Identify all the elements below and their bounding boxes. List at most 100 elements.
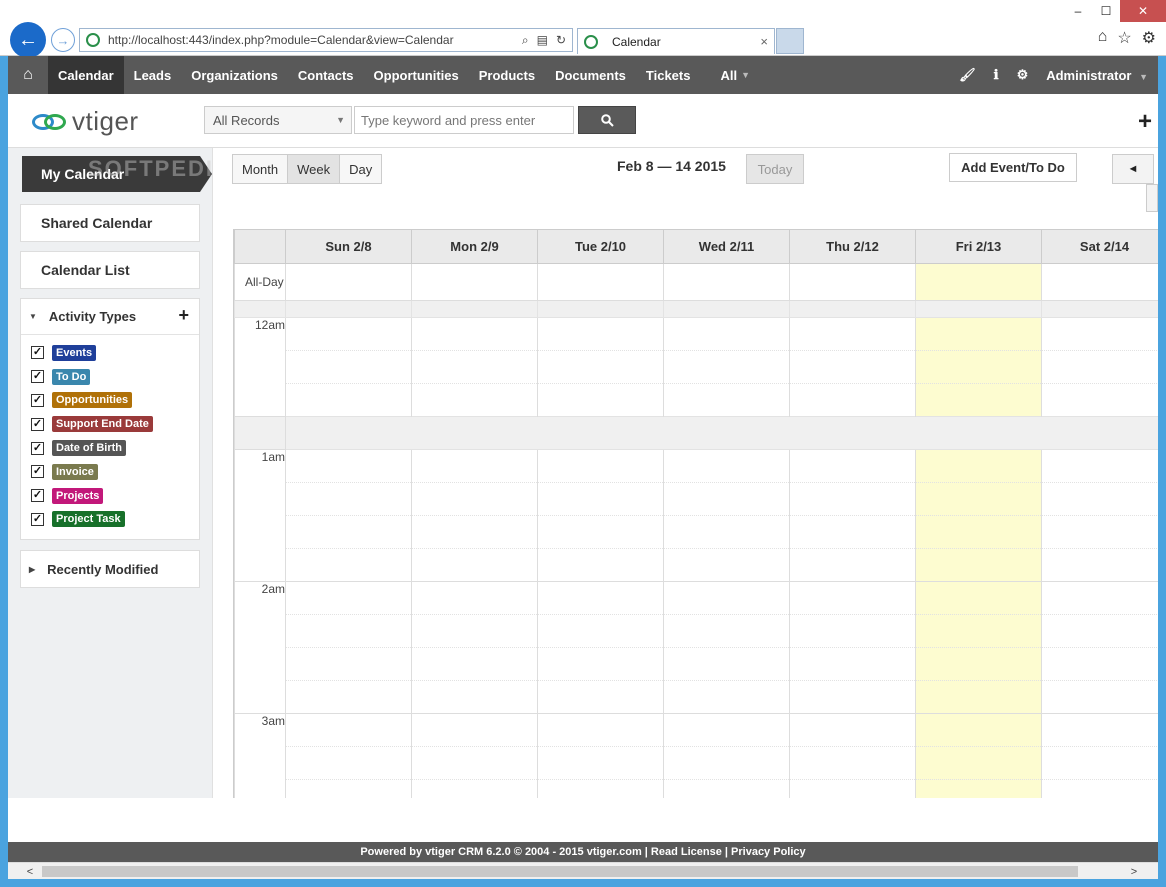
time-slot-today[interactable]: [915, 449, 1042, 483]
time-slot[interactable]: [1041, 317, 1158, 351]
vtiger-logo[interactable]: vtiger: [30, 106, 139, 137]
time-slot-today[interactable]: [915, 680, 1042, 714]
time-slot[interactable]: [537, 614, 664, 648]
brush-icon[interactable]: 🖌: [959, 67, 976, 83]
sidebar-item-shared-calendar[interactable]: Shared Calendar: [20, 204, 200, 242]
scroll-right-icon[interactable]: >: [1122, 863, 1146, 880]
nav-item-calendar[interactable]: Calendar: [48, 56, 124, 94]
time-slot[interactable]: [411, 746, 538, 780]
time-slot[interactable]: [789, 548, 916, 582]
time-slot[interactable]: [537, 746, 664, 780]
time-slot[interactable]: [537, 515, 664, 549]
settings-gear-icon[interactable]: ⚙: [1017, 67, 1029, 83]
time-slot[interactable]: [1041, 350, 1158, 384]
time-slot-today[interactable]: [915, 383, 1042, 417]
checkbox-date-of-birth[interactable]: ✓: [31, 441, 44, 455]
nav-item-opportunities[interactable]: Opportunities: [364, 56, 469, 94]
address-bar[interactable]: http://localhost:443/index.php?module=Ca…: [79, 28, 573, 52]
time-slot[interactable]: [537, 383, 664, 417]
view-month-button[interactable]: Month: [232, 154, 289, 184]
time-slot-today[interactable]: [915, 350, 1042, 384]
view-day-button[interactable]: Day: [339, 154, 383, 184]
time-slot[interactable]: [285, 779, 412, 798]
checkbox-invoice[interactable]: ✓: [31, 465, 44, 479]
time-slot[interactable]: [285, 350, 412, 384]
time-slot[interactable]: [663, 647, 790, 681]
time-slot[interactable]: [411, 350, 538, 384]
time-slot[interactable]: [537, 581, 664, 615]
quick-create-button[interactable]: +: [1138, 108, 1152, 136]
time-slot[interactable]: [285, 614, 412, 648]
close-window-button[interactable]: ✕: [1120, 0, 1166, 22]
back-button[interactable]: ←: [10, 22, 46, 58]
refresh-icon[interactable]: ↻: [556, 33, 566, 48]
time-slot[interactable]: [663, 449, 790, 483]
time-slot[interactable]: [1041, 713, 1158, 747]
forward-button[interactable]: →: [51, 28, 75, 52]
time-slot[interactable]: [789, 515, 916, 549]
time-slot-today[interactable]: [915, 779, 1042, 798]
compat-view-icon[interactable]: ▤: [537, 33, 548, 48]
scroll-left-icon[interactable]: <: [18, 863, 42, 880]
day-header[interactable]: Thu 2/12: [789, 229, 916, 264]
time-slot[interactable]: [663, 614, 790, 648]
search-icon[interactable]: ⌕: [522, 33, 529, 48]
view-week-button[interactable]: Week: [287, 154, 341, 184]
time-slot[interactable]: [789, 680, 916, 714]
checkbox-to-do[interactable]: ✓: [31, 370, 44, 384]
checkbox-project-task[interactable]: ✓: [31, 512, 44, 526]
time-slot[interactable]: [411, 515, 538, 549]
time-slot[interactable]: [285, 713, 412, 747]
time-slot[interactable]: [537, 779, 664, 798]
time-slot[interactable]: [789, 482, 916, 516]
time-slot[interactable]: [537, 713, 664, 747]
time-slot[interactable]: [663, 548, 790, 582]
checkbox-projects[interactable]: ✓: [31, 489, 44, 503]
time-slot[interactable]: [411, 713, 538, 747]
time-slot[interactable]: [789, 746, 916, 780]
time-slot[interactable]: [537, 449, 664, 483]
time-slot[interactable]: [285, 482, 412, 516]
all-day-cell[interactable]: [663, 263, 790, 301]
time-slot-today[interactable]: [915, 581, 1042, 615]
time-slot[interactable]: [411, 383, 538, 417]
time-slot[interactable]: [789, 317, 916, 351]
browser-tab-calendar[interactable]: Calendar ×: [577, 28, 775, 54]
day-header[interactable]: Tue 2/10: [537, 229, 664, 264]
time-slot[interactable]: [537, 482, 664, 516]
time-slot-today[interactable]: [915, 614, 1042, 648]
today-button[interactable]: Today: [746, 154, 804, 184]
time-slot[interactable]: [285, 317, 412, 351]
checkbox-opportunities[interactable]: ✓: [31, 393, 44, 407]
add-event-button[interactable]: Add Event/To Do: [949, 153, 1077, 182]
time-slot[interactable]: [411, 449, 538, 483]
nav-item-organizations[interactable]: Organizations: [181, 56, 288, 94]
time-slot[interactable]: [285, 581, 412, 615]
maximize-button[interactable]: ☐: [1092, 0, 1120, 22]
time-slot[interactable]: [789, 581, 916, 615]
time-slot[interactable]: [1041, 383, 1158, 417]
time-slot[interactable]: [663, 317, 790, 351]
day-header[interactable]: Sat 2/14: [1041, 229, 1158, 264]
time-slot[interactable]: [1041, 449, 1158, 483]
time-slot-today[interactable]: [915, 713, 1042, 747]
all-day-cell[interactable]: [411, 263, 538, 301]
checkbox-support-end-date[interactable]: ✓: [31, 417, 44, 431]
all-day-cell-today[interactable]: [915, 263, 1042, 301]
time-slot[interactable]: [411, 614, 538, 648]
time-slot[interactable]: [537, 548, 664, 582]
time-slot-today[interactable]: [915, 746, 1042, 780]
day-header[interactable]: Sun 2/8: [285, 229, 412, 264]
day-header[interactable]: Fri 2/13: [915, 229, 1042, 264]
time-slot-today[interactable]: [915, 317, 1042, 351]
time-slot[interactable]: [1041, 548, 1158, 582]
time-slot[interactable]: [285, 680, 412, 714]
time-slot[interactable]: [789, 779, 916, 798]
time-slot[interactable]: [663, 482, 790, 516]
search-input[interactable]: [354, 106, 574, 134]
time-slot[interactable]: [411, 779, 538, 798]
day-header[interactable]: Wed 2/11: [663, 229, 790, 264]
nav-item-contacts[interactable]: Contacts: [288, 56, 364, 94]
minimize-button[interactable]: –: [1064, 0, 1092, 22]
time-slot[interactable]: [789, 350, 916, 384]
